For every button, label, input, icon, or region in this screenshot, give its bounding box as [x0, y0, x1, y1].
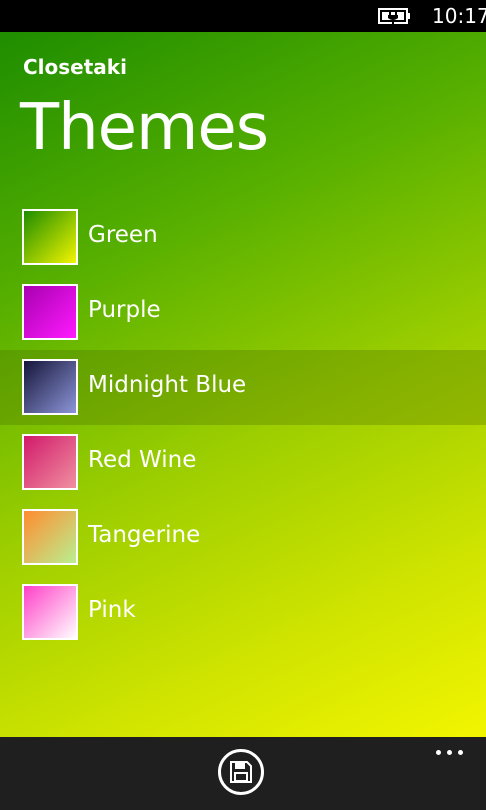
themes-page: Closetaki Themes Green Purple Midnight B… — [0, 32, 486, 737]
theme-swatch-green — [22, 209, 78, 265]
theme-label: Green — [88, 222, 158, 248]
status-bar: 10:17 — [0, 0, 486, 32]
theme-item-midnight-blue[interactable]: Midnight Blue — [0, 350, 486, 425]
theme-label: Pink — [88, 597, 136, 623]
theme-swatch-tangerine — [22, 509, 78, 565]
phone-screen: 10:17 Closetaki Themes Green Purple Midn… — [0, 0, 486, 810]
more-button[interactable] — [430, 743, 470, 763]
theme-swatch-midnight-blue — [22, 359, 78, 415]
battery-charging-icon — [378, 8, 410, 24]
theme-item-tangerine[interactable]: Tangerine — [0, 500, 486, 575]
theme-label: Red Wine — [88, 447, 197, 473]
save-icon — [230, 761, 252, 783]
theme-item-purple[interactable]: Purple — [0, 275, 486, 350]
app-bar — [0, 737, 486, 810]
more-icon — [436, 750, 441, 755]
theme-swatch-purple — [22, 284, 78, 340]
theme-swatch-pink — [22, 584, 78, 640]
theme-label: Purple — [88, 297, 161, 323]
app-title: Closetaki — [23, 55, 127, 79]
more-icon — [458, 750, 463, 755]
theme-swatch-red-wine — [22, 434, 78, 490]
theme-item-pink[interactable]: Pink — [0, 575, 486, 650]
theme-item-red-wine[interactable]: Red Wine — [0, 425, 486, 500]
save-button[interactable] — [218, 749, 264, 795]
theme-label: Midnight Blue — [88, 372, 247, 398]
theme-list: Green Purple Midnight Blue Red Wine Tang… — [0, 200, 486, 650]
clock: 10:17 — [432, 4, 486, 28]
page-title: Themes — [20, 91, 269, 165]
theme-item-green[interactable]: Green — [0, 200, 486, 275]
theme-label: Tangerine — [88, 522, 201, 548]
more-icon — [447, 750, 452, 755]
